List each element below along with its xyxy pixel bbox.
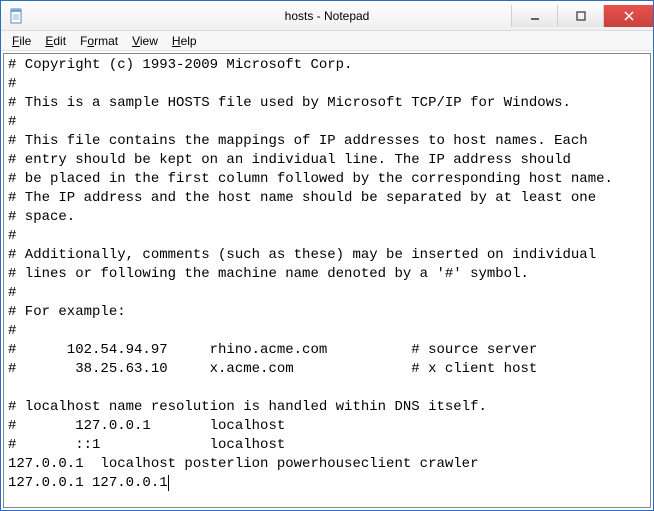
editor-container: # Copyright (c) 1993-2009 Microsoft Corp… xyxy=(1,51,653,510)
close-button[interactable] xyxy=(603,5,653,27)
notepad-window: hosts - Notepad File Edit Format View He… xyxy=(0,0,654,511)
minimize-button[interactable] xyxy=(511,5,557,27)
window-controls xyxy=(511,5,653,27)
menu-edit[interactable]: Edit xyxy=(38,33,73,49)
menu-help[interactable]: Help xyxy=(165,33,204,49)
text-editor[interactable]: # Copyright (c) 1993-2009 Microsoft Corp… xyxy=(3,53,651,508)
menu-view[interactable]: View xyxy=(125,33,165,49)
text-caret xyxy=(168,475,169,491)
menu-file[interactable]: File xyxy=(5,33,38,49)
menu-format[interactable]: Format xyxy=(73,33,125,49)
maximize-button[interactable] xyxy=(557,5,603,27)
notepad-icon xyxy=(9,8,25,24)
titlebar[interactable]: hosts - Notepad xyxy=(1,1,653,31)
menubar: File Edit Format View Help xyxy=(1,31,653,51)
